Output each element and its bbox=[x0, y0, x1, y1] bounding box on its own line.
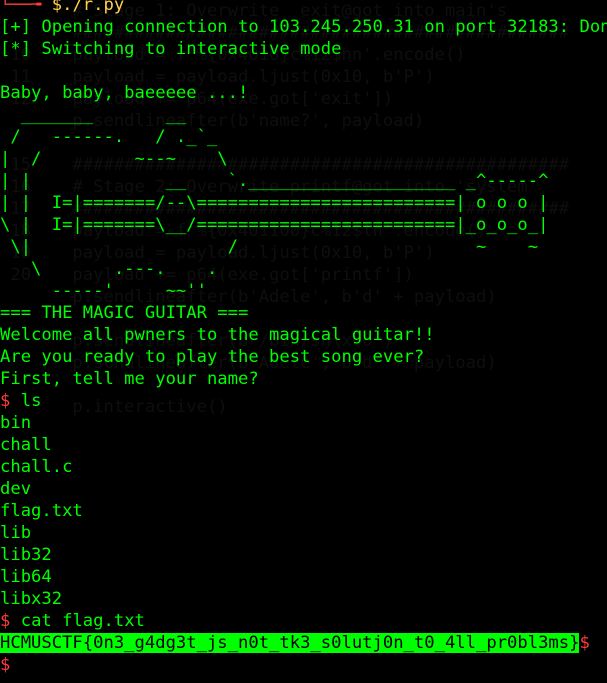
ls-command: ls bbox=[20, 391, 42, 411]
listing-item: chall.c bbox=[0, 457, 73, 477]
cat-command-line: $ cat flag.txt bbox=[0, 610, 607, 632]
connection-status: [+] Opening connection to 103.245.250.31… bbox=[0, 17, 607, 37]
interactive-status: [*] Switching to interactive mode bbox=[0, 39, 342, 59]
ask-name-text: First, tell me your name? bbox=[0, 369, 259, 389]
ascii-art-line: | | __ `.____________________ _^-----^ bbox=[0, 171, 549, 191]
ascii-art-line: / ------. / ._`_ bbox=[0, 127, 218, 147]
ascii-art-line: | / ~--~ \ bbox=[0, 149, 228, 169]
banner-title: === THE MAGIC GUITAR === bbox=[0, 303, 249, 323]
command-line: └──╼ $./r.py bbox=[0, 0, 607, 16]
run-command: ./r.py bbox=[62, 0, 125, 15]
trailing-prompt: $ bbox=[579, 633, 590, 653]
intro-text: Baby, baby, baeeeee ...! bbox=[0, 83, 249, 103]
listing-item: lib64 bbox=[0, 567, 52, 587]
final-prompt: $ bbox=[0, 655, 11, 675]
shell-prompt: $ bbox=[0, 391, 11, 411]
prompt-corner: └──╼ bbox=[0, 0, 52, 15]
listing-item: chall bbox=[0, 435, 52, 455]
listing-item: bin bbox=[0, 413, 32, 433]
listing-item: dev bbox=[0, 479, 32, 499]
terminal-output: └──╼ $./r.py [+] Opening connection to 1… bbox=[0, 0, 607, 676]
flag-text[interactable]: HCMUSCTF{0n3_g4dg3t_js_n0t_tk3_s0lutj0n_… bbox=[0, 633, 580, 653]
terminal-window[interactable]: # Stage 1: Overwrite _exit@got into main… bbox=[0, 0, 607, 683]
shell-prompt: $ bbox=[0, 611, 11, 631]
listing-item: libx32 bbox=[0, 589, 63, 609]
ascii-art-line: \| / ~ ~ bbox=[0, 237, 539, 257]
ascii-art-line: | | I=|=======/--\======================… bbox=[0, 193, 549, 213]
question-text: Are you ready to play the best song ever… bbox=[0, 347, 425, 367]
ascii-art-line: \ | I=|=======\__/======================… bbox=[0, 215, 549, 235]
listing-item: lib32 bbox=[0, 545, 52, 565]
ascii-art-line: \ .---. . bbox=[0, 259, 218, 279]
ascii-art-line: -----' ~~'' bbox=[0, 281, 207, 301]
flag-line: HCMUSCTF{0n3_g4dg3t_js_n0t_tk3_s0lutj0n_… bbox=[0, 632, 607, 654]
listing-item: lib bbox=[0, 523, 32, 543]
cat-command: cat flag.txt bbox=[20, 611, 145, 631]
prompt-dollar: $ bbox=[51, 0, 63, 15]
ascii-art-line: _______ __ bbox=[0, 105, 187, 125]
welcome-text: Welcome all pwners to the magical guitar… bbox=[0, 325, 435, 345]
listing-item: flag.txt bbox=[0, 501, 83, 521]
ls-command-line: $ ls bbox=[0, 390, 607, 412]
final-prompt-line[interactable]: $ bbox=[0, 654, 607, 676]
